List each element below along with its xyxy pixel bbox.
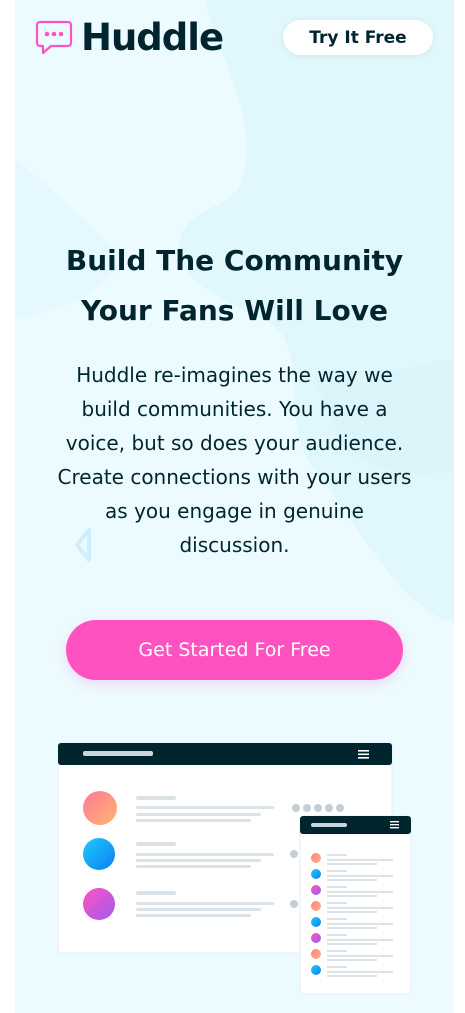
logo-text: Huddle <box>81 16 224 59</box>
chat-bubble-icon <box>35 20 73 55</box>
logo[interactable]: Huddle <box>35 16 224 59</box>
hero-title: Build The Community Your Fans Will Love <box>35 236 434 336</box>
hero-illustration <box>15 730 454 1010</box>
mobile-mockup <box>299 815 412 995</box>
hero-title-line-2: Your Fans Will Love <box>81 294 388 327</box>
hero-description: Huddle re-imagines the way we build comm… <box>57 363 412 557</box>
get-started-button[interactable]: Get Started For Free <box>66 620 403 680</box>
hero-title-line-1: Build The Community <box>65 244 404 277</box>
try-it-free-button[interactable]: Try It Free <box>283 20 433 55</box>
hamburger-menu-icon <box>358 750 369 759</box>
page: Huddle Try It Free Build The Community Y… <box>15 0 454 1013</box>
background-blob-decoration <box>15 0 454 700</box>
site-header: Huddle Try It Free <box>15 0 454 80</box>
